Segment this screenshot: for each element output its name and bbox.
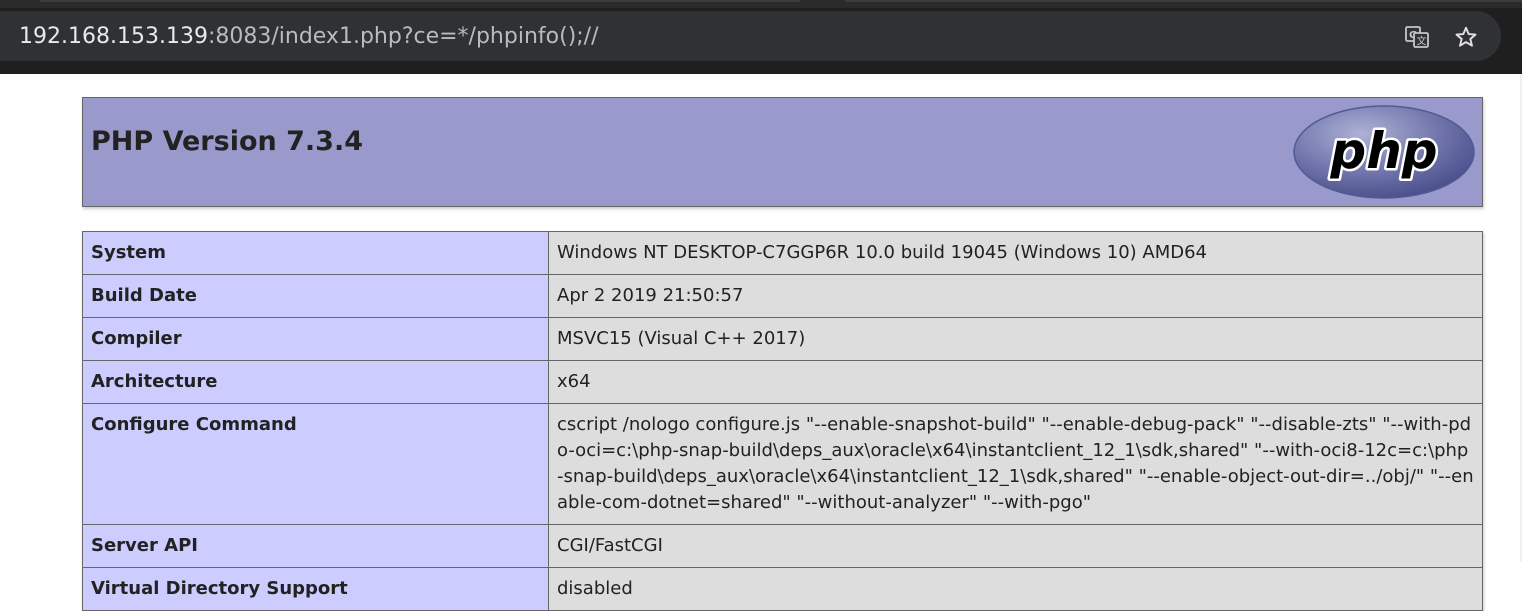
row-key: Architecture xyxy=(82,360,549,404)
tab-edge[interactable] xyxy=(845,0,1522,2)
translate-icon[interactable]: G 文 xyxy=(1402,22,1432,52)
url-path: :8083/index1.php?ce=*/phpinfo();// xyxy=(207,24,599,49)
phpinfo-table: System Windows NT DESKTOP-C7GGP6R 10.0 bu… xyxy=(82,231,1483,611)
table-row: System Windows NT DESKTOP-C7GGP6R 10.0 bu… xyxy=(82,231,1483,275)
table-row: Architecture x64 xyxy=(82,360,1483,404)
tab-edge[interactable] xyxy=(40,0,800,2)
page-title: PHP Version 7.3.4 xyxy=(91,126,363,157)
url-host: 192.168.153.139 xyxy=(19,24,208,49)
row-key: Virtual Directory Support xyxy=(82,567,549,611)
bookmark-star-icon[interactable] xyxy=(1451,22,1481,52)
row-value: Apr 2 2019 21:50:57 xyxy=(548,274,1483,318)
row-value: disabled xyxy=(548,567,1483,611)
row-value: cscript /nologo configure.js "--enable-s… xyxy=(548,403,1483,525)
row-key: Server API xyxy=(82,524,549,568)
row-key: Build Date xyxy=(82,274,549,318)
url-text[interactable]: 192.168.153.139:8083/index1.php?ce=*/php… xyxy=(19,23,599,51)
table-row: Compiler MSVC15 (Visual C++ 2017) xyxy=(82,317,1483,361)
svg-text:文: 文 xyxy=(1417,35,1427,48)
table-row: Server API CGI/FastCGI xyxy=(82,524,1483,568)
php-logo[interactable]: php php xyxy=(1292,104,1476,200)
row-key: System xyxy=(82,231,549,275)
browser-toolbar: 192.168.153.139:8083/index1.php?ce=*/php… xyxy=(0,0,1522,74)
row-value: Windows NT DESKTOP-C7GGP6R 10.0 build 19… xyxy=(548,231,1483,275)
row-value: x64 xyxy=(548,360,1483,404)
row-key: Configure Command xyxy=(82,403,549,525)
row-key: Compiler xyxy=(82,317,549,361)
row-value: CGI/FastCGI xyxy=(548,524,1483,568)
table-row: Configure Command cscript /nologo configu… xyxy=(82,403,1483,525)
row-value: MSVC15 (Visual C++ 2017) xyxy=(548,317,1483,361)
table-row: Virtual Directory Support disabled xyxy=(82,567,1483,611)
php-version-header: PHP Version 7.3.4 php php xyxy=(82,97,1483,207)
svg-text:php: php xyxy=(1329,122,1437,180)
table-row: Build Date Apr 2 2019 21:50:57 xyxy=(82,274,1483,318)
